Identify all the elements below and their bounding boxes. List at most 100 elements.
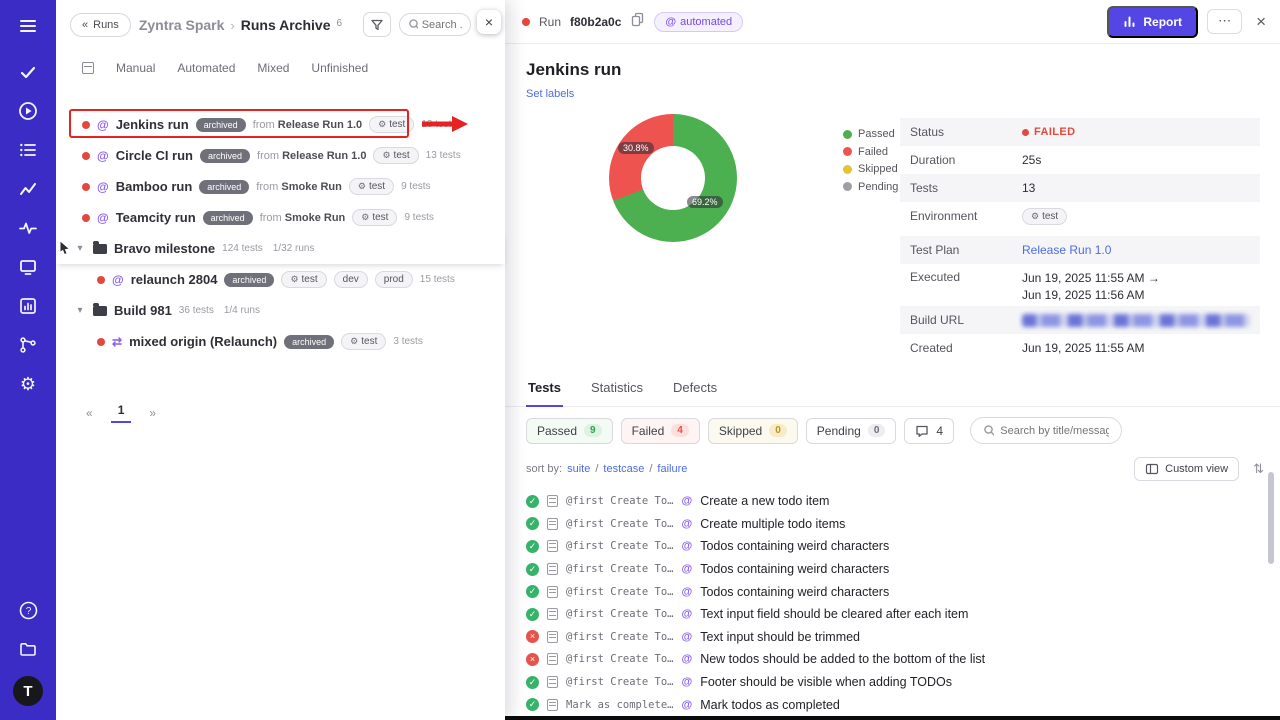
sort-by-failure-link[interactable]: failure xyxy=(657,463,687,475)
sort-by-testcase-link[interactable]: testcase xyxy=(603,463,644,475)
runs-search[interactable] xyxy=(399,13,471,36)
test-title[interactable]: Todos containing weird characters xyxy=(700,562,889,576)
analytics-icon[interactable] xyxy=(16,177,40,201)
tab-statistics[interactable]: Statistics xyxy=(589,374,645,406)
test-title[interactable]: Text input should be trimmed xyxy=(700,630,860,644)
chevron-down-icon[interactable]: ▾ xyxy=(74,243,86,254)
runs-icon[interactable] xyxy=(16,99,40,123)
test-title[interactable]: Footer should be visible when adding TOD… xyxy=(700,675,952,689)
test-row[interactable]: ✓@first Create To…@Footer should be visi… xyxy=(526,671,1280,694)
test-plan-link[interactable]: Release Run 1.0 xyxy=(1022,243,1111,257)
test-title[interactable]: Text input field should be cleared after… xyxy=(700,607,968,621)
archived-badge: archived xyxy=(199,180,249,194)
pulse-icon[interactable] xyxy=(16,216,40,240)
test-search[interactable] xyxy=(970,417,1122,444)
archived-badge: archived xyxy=(203,211,253,225)
tab-manual[interactable]: Manual xyxy=(116,61,155,75)
test-row[interactable]: ✓@first Create To…@Create a new todo ite… xyxy=(526,490,1280,513)
back-to-runs-button[interactable]: « Runs xyxy=(70,13,131,37)
test-row[interactable]: ×@first Create To…@Text input should be … xyxy=(526,626,1280,649)
legend-item-pending: Pending xyxy=(843,181,898,193)
test-title[interactable]: Create a new todo item xyxy=(700,494,829,508)
app-logo[interactable]: T xyxy=(13,676,43,706)
test-row[interactable]: ✓Mark as complete…@Mark todos as complet… xyxy=(526,693,1280,716)
filter-failed[interactable]: Failed4 xyxy=(621,418,700,444)
sort-order-icon[interactable]: ⇅ xyxy=(1253,461,1264,477)
folder-name[interactable]: Build 981 xyxy=(114,303,172,318)
run-name[interactable]: Bamboo run xyxy=(116,179,193,194)
test-title[interactable]: Todos containing weird characters xyxy=(700,585,889,599)
run-name[interactable]: Jenkins run xyxy=(116,117,189,132)
tab-mixed[interactable]: Mixed xyxy=(257,61,289,75)
pagination-page-1[interactable]: 1 xyxy=(111,403,132,423)
run-row-jenkins[interactable]: @ Jenkins run archived from Release Run … xyxy=(56,109,505,140)
run-name[interactable]: Circle CI run xyxy=(116,148,193,163)
report-button[interactable]: Report xyxy=(1107,6,1198,38)
test-suite-prefix: Mark as complete… xyxy=(566,699,673,711)
pagination-next[interactable]: » xyxy=(149,406,156,420)
copy-icon[interactable] xyxy=(630,12,645,32)
test-row[interactable]: ✓@first Create To…@Todos containing weir… xyxy=(526,535,1280,558)
run-name[interactable]: Teamcity run xyxy=(116,210,196,225)
launches-icon[interactable] xyxy=(16,255,40,279)
test-title[interactable]: Todos containing weird characters xyxy=(700,539,889,553)
breadcrumb-project[interactable]: Zyntra Spark xyxy=(139,17,225,33)
checks-icon[interactable] xyxy=(16,60,40,84)
help-icon[interactable]: ? xyxy=(16,598,40,622)
folder-name[interactable]: Bravo milestone xyxy=(114,241,215,256)
run-row-bamboo[interactable]: @ Bamboo run archived from Smoke Run ⚙te… xyxy=(56,171,505,202)
branches-icon[interactable] xyxy=(16,333,40,357)
test-row[interactable]: ×@first Create To…@New todos should be a… xyxy=(526,648,1280,671)
test-row[interactable]: ✓@first Create To…@Create multiple todo … xyxy=(526,513,1280,536)
filter-button[interactable] xyxy=(363,12,391,37)
scrollbar-thumb[interactable] xyxy=(1268,472,1274,564)
tab-defects[interactable]: Defects xyxy=(671,374,719,406)
filter-passed[interactable]: Passed9 xyxy=(526,418,613,444)
run-name[interactable]: relaunch 2804 xyxy=(131,272,218,287)
tests-count: 9 tests xyxy=(401,181,430,192)
suites-icon[interactable] xyxy=(16,138,40,162)
panel-close-button[interactable]: × xyxy=(477,10,501,34)
archived-badge: archived xyxy=(200,149,250,163)
filter-skipped[interactable]: Skipped0 xyxy=(708,418,798,444)
test-row[interactable]: ✓@first Create To…@Todos containing weir… xyxy=(526,580,1280,603)
test-row[interactable]: ✓@first Create To…@Todos containing weir… xyxy=(526,558,1280,581)
run-row-mixed-origin[interactable]: ⇄ mixed origin (Relaunch) archived ⚙test… xyxy=(56,326,505,357)
filter-comments[interactable]: 4 xyxy=(904,418,954,444)
folder-row-build-981[interactable]: ▾ Build 981 36 tests1/4 runs xyxy=(56,295,505,326)
automated-icon: @ xyxy=(681,699,692,711)
custom-view-button[interactable]: Custom view xyxy=(1134,457,1239,481)
tab-automated[interactable]: Automated xyxy=(177,61,235,75)
test-title[interactable]: Mark todos as completed xyxy=(700,698,840,712)
run-row-relaunch-2804[interactable]: @ relaunch 2804 archived ⚙test dev prod … xyxy=(56,264,505,295)
failed-dot-icon xyxy=(1022,129,1029,136)
run-row-teamcity[interactable]: @ Teamcity run archived from Smoke Run ⚙… xyxy=(56,202,505,233)
test-search-input[interactable] xyxy=(1000,425,1109,437)
folder-meta: 36 tests1/4 runs xyxy=(179,305,260,316)
redacted-build-url[interactable] xyxy=(1022,314,1250,327)
test-title[interactable]: Create multiple todo items xyxy=(700,517,845,531)
set-labels-link[interactable]: Set labels xyxy=(526,88,574,100)
runs-search-input[interactable] xyxy=(422,19,462,31)
tab-tests[interactable]: Tests xyxy=(526,374,563,407)
select-runs-icon[interactable] xyxy=(82,62,94,74)
test-title[interactable]: New todos should be added to the bottom … xyxy=(700,652,985,666)
tab-unfinished[interactable]: Unfinished xyxy=(311,61,368,75)
test-row[interactable]: ✓@first Create To…@Text input field shou… xyxy=(526,603,1280,626)
chevron-down-icon[interactable]: ▾ xyxy=(74,305,86,316)
run-row-circleci[interactable]: @ Circle CI run archived from Release Ru… xyxy=(56,140,505,171)
filter-pending[interactable]: Pending0 xyxy=(806,418,897,444)
failed-status-dot xyxy=(82,121,90,129)
projects-icon[interactable] xyxy=(16,637,40,661)
more-options-button[interactable]: ⋯ xyxy=(1207,9,1242,33)
close-icon[interactable]: × xyxy=(1256,12,1266,32)
settings-icon[interactable]: ⚙ xyxy=(16,372,40,396)
menu-icon[interactable] xyxy=(16,14,40,38)
pagination-prev[interactable]: « xyxy=(86,406,93,420)
chart-legend: Passed Failed Skipped Pending xyxy=(843,128,898,193)
reports-icon[interactable] xyxy=(16,294,40,318)
sort-by-suite-link[interactable]: suite xyxy=(567,463,590,475)
test-result-icon: ✓ xyxy=(526,495,539,508)
folder-row-bravo-milestone[interactable]: ▾ Bravo milestone 124 tests1/32 runs xyxy=(56,233,505,264)
run-name[interactable]: mixed origin (Relaunch) xyxy=(129,334,277,349)
